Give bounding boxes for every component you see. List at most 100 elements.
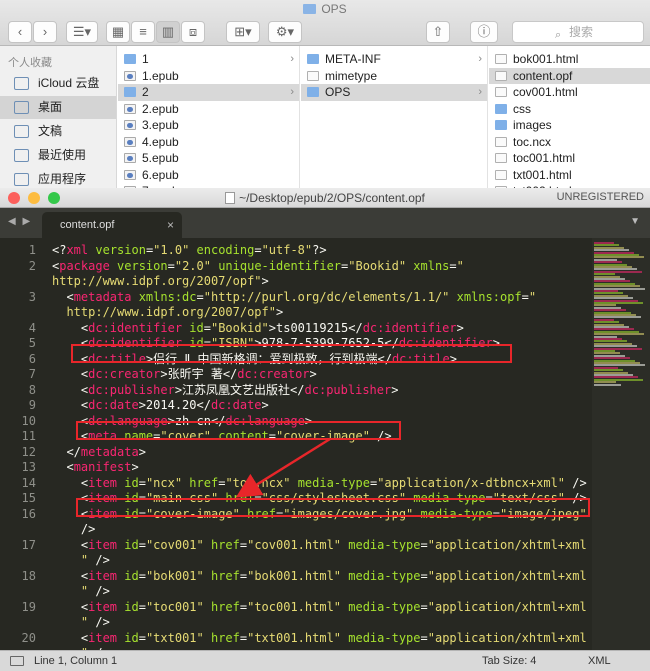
code-token: "application/xhtml+xml	[427, 568, 587, 583]
close-tab-icon[interactable]: ×	[167, 212, 174, 238]
file-row[interactable]: mimetype	[301, 68, 487, 85]
file-row[interactable]: META-INF ›	[301, 51, 487, 68]
code-token: <	[52, 398, 89, 412]
view-columns-button[interactable]: ▥	[156, 21, 180, 43]
code-token: "application/xhtml+xml	[427, 537, 587, 552]
code-token: version	[88, 243, 146, 257]
code-token: =	[420, 630, 428, 645]
finder-window: OPS ‹ › ☰▾ ▦ ≡ ▥ ⧈ ⊞▾ ⚙▾ ⇧ ⓘ ⌕ 搜索 个人收藏 iC…	[0, 0, 650, 188]
file-row[interactable]: 2 ›	[118, 84, 299, 101]
info-button[interactable]: ⓘ	[470, 21, 498, 43]
code-token: <	[52, 537, 89, 552]
file-row[interactable]: bok001.html	[489, 51, 650, 68]
action-menu-button[interactable]: ⚙▾	[268, 21, 302, 43]
file-row[interactable]: 5.epub	[118, 150, 299, 167]
file-row[interactable]: 1 ›	[118, 51, 299, 68]
file-name: toc.ncx	[513, 134, 552, 149]
tab-dropdown-icon[interactable]: ▼	[630, 216, 640, 227]
file-row[interactable]: cov001.html	[489, 84, 650, 101]
view-list-button[interactable]: ≡	[131, 21, 155, 43]
file-row[interactable]: 4.epub	[118, 134, 299, 151]
tab-scroll-arrows-icon[interactable]: ◀ ▶	[8, 216, 32, 227]
editor-title: ~/Desktop/epub/2/OPS/content.opf	[0, 191, 650, 205]
document-icon	[495, 87, 507, 97]
status-bar: Line 1, Column 1 Tab Size: 4 XML	[0, 650, 650, 671]
file-name: 6.epub	[142, 167, 179, 182]
back-button[interactable]: ‹	[8, 21, 32, 43]
code-token: id	[117, 537, 139, 552]
code-token: xmlns:opf	[449, 289, 522, 304]
file-row[interactable]: toc.ncx	[489, 134, 650, 151]
code-token: item	[88, 630, 118, 645]
code-token: =	[521, 289, 529, 304]
sidebar-item-label: 最近使用	[38, 148, 87, 162]
sidebar-item[interactable]: 文稿	[0, 120, 116, 143]
code-token: "Bookid"	[348, 258, 407, 273]
forward-button[interactable]: ›	[33, 21, 57, 43]
file-row[interactable]: 2.epub	[118, 101, 299, 118]
syntax-indicator[interactable]: XML	[588, 651, 611, 671]
view-coverflow-button[interactable]: ⧈	[181, 21, 205, 43]
folder-icon	[303, 4, 317, 14]
file-name: images	[513, 118, 552, 132]
code-token: media-type	[290, 475, 370, 490]
file-row[interactable]: 1.epub	[118, 68, 299, 85]
code-token: id	[182, 320, 204, 335]
file-row[interactable]: css	[489, 101, 650, 118]
line-number: 9	[28, 398, 36, 412]
file-row[interactable]: OPS ›	[301, 84, 487, 101]
line-number: 10	[21, 413, 36, 428]
sidebar-item[interactable]: 桌面	[0, 96, 116, 119]
line-number: 2	[28, 258, 36, 273]
folder-icon	[124, 87, 136, 97]
code-token: =	[449, 258, 457, 273]
tab-size-indicator[interactable]: Tab Size: 4	[482, 651, 536, 671]
share-button[interactable]: ⇧	[426, 21, 450, 43]
code-token: ?>	[312, 243, 327, 257]
document-icon	[495, 54, 507, 64]
sidebar-item-label: 文稿	[38, 124, 63, 138]
file-name: OPS	[325, 85, 351, 99]
code-editor[interactable]: <?xml version="1.0" encoding="utf-8"?> <p…	[52, 238, 592, 650]
tab-content-opf[interactable]: content.opf ×	[42, 212, 182, 238]
code-token: http://www.idpf.org/2007/opf"	[52, 305, 276, 319]
epub-file-icon	[124, 153, 136, 163]
search-input[interactable]: ⌕ 搜索	[512, 21, 644, 43]
epub-file-icon	[124, 103, 136, 114]
desktop-icon	[14, 101, 29, 114]
code-token: "txt001"	[145, 630, 204, 645]
code-token: id	[117, 599, 139, 614]
code-token: >	[131, 460, 139, 474]
minimap[interactable]	[592, 238, 650, 650]
code-token: dc:publisher	[88, 382, 175, 397]
code-token: />	[565, 475, 587, 490]
sidebar-item[interactable]: 最近使用	[0, 144, 116, 167]
code-token: />	[88, 584, 110, 598]
line-number: 8	[28, 382, 36, 397]
file-name: toc001.html	[513, 151, 576, 165]
arrange-menu-button[interactable]: ☰▾	[66, 21, 98, 43]
code-token: <?	[52, 243, 67, 257]
tab-bar: ◀ ▶ content.opf × ▼	[0, 208, 650, 238]
file-row[interactable]: txt001.html	[489, 167, 650, 184]
view-icons-button[interactable]: ▦	[106, 21, 130, 43]
group-menu-button[interactable]: ⊞▾	[226, 21, 260, 43]
file-row[interactable]: images	[489, 117, 650, 134]
file-row[interactable]: content.opf	[489, 67, 650, 84]
code-line: <item id="cov001" href="cov001.html" med…	[52, 538, 587, 554]
code-token: >	[275, 305, 284, 319]
sidebar-item[interactable]: iCloud 云盘	[0, 72, 116, 95]
code-token: "	[52, 584, 89, 598]
file-row[interactable]: 6.epub	[118, 167, 299, 184]
file-row[interactable]: toc001.html	[489, 150, 650, 167]
code-token: <	[52, 289, 74, 304]
code-token: media-type	[341, 630, 421, 645]
code-token: >	[261, 398, 269, 412]
file-row[interactable]: 3.epub	[118, 117, 299, 134]
code-token: >	[456, 320, 464, 335]
code-token: http://www.idpf.org/2007/opf"	[52, 274, 262, 288]
code-token: metadata	[73, 289, 132, 304]
code-token: dc:identifier	[88, 320, 183, 335]
line-number: 4	[28, 320, 36, 335]
console-toggle-icon[interactable]	[10, 656, 24, 666]
